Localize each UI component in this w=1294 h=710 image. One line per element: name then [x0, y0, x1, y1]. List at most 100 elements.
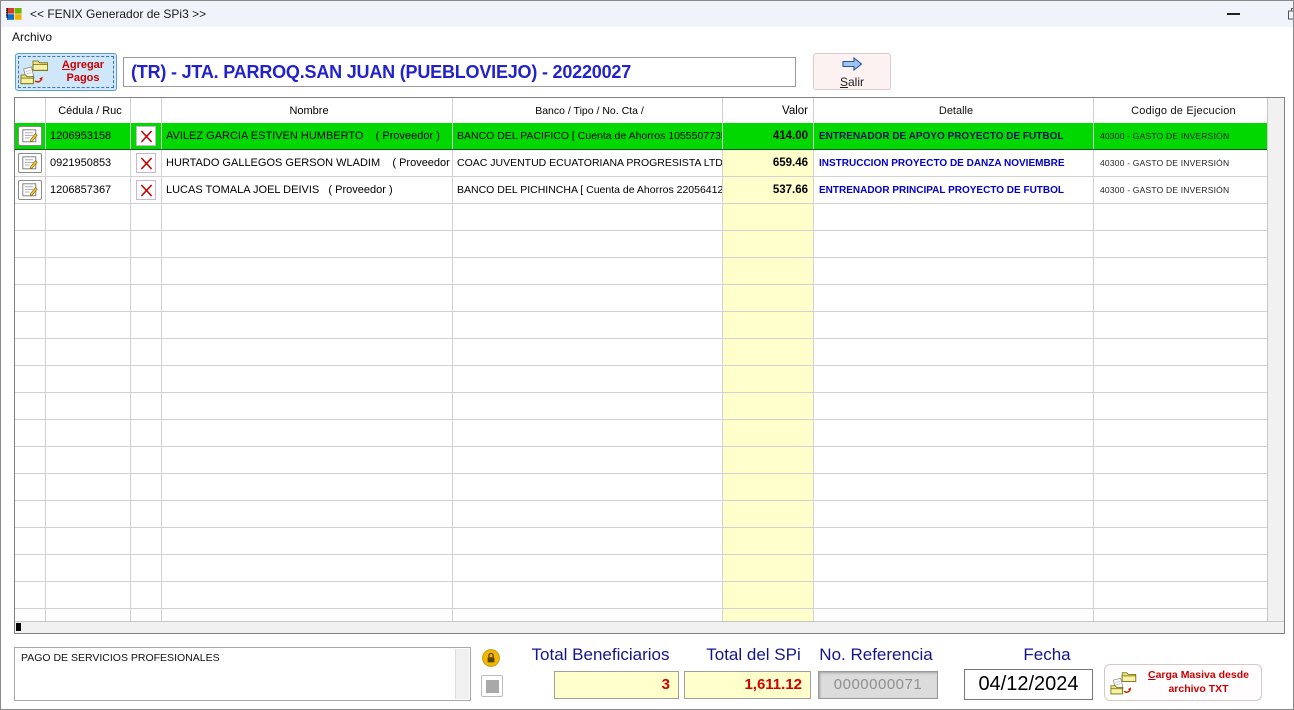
- cell-c5: 537.66: [723, 177, 814, 203]
- cell-c1: [46, 528, 131, 554]
- menu-archivo[interactable]: Archivo: [5, 27, 59, 47]
- table-header-row: Cédula / Ruc Nombre Banco / Tipo / No. C…: [15, 98, 1268, 124]
- agregar-pagos-button[interactable]: Agregar Pagos: [15, 53, 117, 91]
- cell-c3: [162, 582, 453, 608]
- cell-c4: [453, 312, 723, 338]
- cell-c5: [723, 204, 814, 230]
- cell-c7: 40300 - GASTO DE INVERSIÓN: [1094, 123, 1268, 149]
- table-empty-row[interactable]: [15, 555, 1268, 582]
- table-horizontal-scrollbar[interactable]: [15, 621, 1284, 633]
- delete-row-button[interactable]: [136, 180, 156, 200]
- window-title: << FENIX Generador de SPi3 >>: [30, 7, 206, 21]
- cell-c0: [15, 555, 46, 581]
- cell-c4: [453, 501, 723, 527]
- cell-c1: [46, 258, 131, 284]
- salir-button[interactable]: Salir: [813, 53, 891, 90]
- cell-c4: [453, 393, 723, 419]
- table-empty-row[interactable]: [15, 474, 1268, 501]
- cell-c2: [131, 555, 162, 581]
- cell-c1: [46, 501, 131, 527]
- table-empty-row[interactable]: [15, 339, 1268, 366]
- cell-c0: [15, 231, 46, 257]
- exit-arrow-icon: [841, 57, 863, 71]
- cell-c0: [15, 258, 46, 284]
- cell-c3: [162, 312, 453, 338]
- table-row[interactable]: 1206857367 LUCAS TOMALA JOEL DEIVIS ( Pro…: [15, 177, 1268, 204]
- cell-c1: [46, 474, 131, 500]
- cell-c3: [162, 285, 453, 311]
- cell-c4: [453, 231, 723, 257]
- table-empty-row[interactable]: [15, 312, 1268, 339]
- cell-c6: ENTRENADOR DE APOYO PROYECTO DE FUTBOL: [814, 123, 1094, 149]
- delete-x-icon: [140, 130, 153, 143]
- delete-row-button[interactable]: [136, 153, 156, 173]
- fecha-field[interactable]: 04/12/2024: [964, 669, 1093, 700]
- gray-square-button[interactable]: [481, 675, 503, 697]
- cell-c7: [1094, 258, 1268, 284]
- cell-c3: LUCAS TOMALA JOEL DEIVIS ( Proveedor ): [162, 177, 453, 203]
- cell-c5: [723, 285, 814, 311]
- table-empty-row[interactable]: [15, 258, 1268, 285]
- entity-name-field[interactable]: (TR) - JTA. PARROQ.SAN JUAN (PUEBLOVIEJO…: [123, 57, 796, 87]
- cell-c7: 40300 - GASTO DE INVERSIÓN: [1094, 150, 1268, 176]
- table-empty-row[interactable]: [15, 447, 1268, 474]
- table-empty-row[interactable]: [15, 501, 1268, 528]
- cell-c2: [131, 447, 162, 473]
- edit-row-button[interactable]: [18, 126, 42, 146]
- edit-row-button[interactable]: [18, 180, 42, 200]
- cell-c2: [131, 177, 162, 203]
- table-empty-row[interactable]: [15, 420, 1268, 447]
- horizontal-scrollbar-thumb[interactable]: [16, 623, 21, 631]
- cell-c6: [814, 528, 1094, 554]
- delete-row-button[interactable]: [136, 126, 156, 146]
- carga-masiva-label: Carga Masiva desde archivo TXT: [1141, 669, 1256, 695]
- cell-c7: [1094, 393, 1268, 419]
- table-empty-row[interactable]: [15, 204, 1268, 231]
- cell-c1: [46, 231, 131, 257]
- cell-c1: [46, 555, 131, 581]
- concepto-textarea[interactable]: PAGO DE SERVICIOS PROFESIONALES: [14, 647, 471, 701]
- table-vertical-scrollbar[interactable]: [1267, 98, 1284, 622]
- minimize-button[interactable]: [1213, 1, 1253, 27]
- total-spi-label: Total del SPi: [691, 645, 816, 665]
- cell-c1: [46, 582, 131, 608]
- edit-form-icon: [22, 129, 38, 143]
- table-empty-row[interactable]: [15, 285, 1268, 312]
- cell-c5: [723, 339, 814, 365]
- table-row[interactable]: 1206953158AVILEZ GARCIA ESTIVEN HUMBERTO…: [15, 123, 1268, 150]
- cell-c2: [131, 501, 162, 527]
- table-empty-row[interactable]: [15, 231, 1268, 258]
- column-header-cedula: Cédula / Ruc: [46, 98, 131, 123]
- cell-c0: [15, 177, 46, 203]
- cell-c7: [1094, 582, 1268, 608]
- cell-c7: [1094, 285, 1268, 311]
- cell-c3: [162, 447, 453, 473]
- cell-c0: [15, 528, 46, 554]
- cell-c1: 1206857367: [46, 177, 131, 203]
- concepto-text: PAGO DE SERVICIOS PROFESIONALES: [21, 652, 220, 664]
- restore-button[interactable]: [1277, 1, 1294, 27]
- concepto-scrollbar[interactable]: [455, 649, 469, 699]
- cell-c3: [162, 393, 453, 419]
- cell-c5: [723, 474, 814, 500]
- column-header-nombre: Nombre: [162, 98, 453, 123]
- lock-button[interactable]: [482, 649, 500, 667]
- column-header-codigo: Codigo de Ejecucion: [1094, 98, 1268, 123]
- carga-masiva-button[interactable]: Carga Masiva desde archivo TXT: [1104, 664, 1262, 701]
- table-empty-row[interactable]: [15, 582, 1268, 609]
- cell-c3: HURTADO GALLEGOS GERSON WLADIM ( Proveed…: [162, 150, 453, 176]
- cell-c4: [453, 339, 723, 365]
- cell-c3: [162, 204, 453, 230]
- cell-c3: [162, 339, 453, 365]
- table-empty-row[interactable]: [15, 366, 1268, 393]
- cell-c4: [453, 258, 723, 284]
- table-empty-row[interactable]: [15, 393, 1268, 420]
- cell-c0: [15, 474, 46, 500]
- cell-c5: [723, 231, 814, 257]
- cell-c6: [814, 555, 1094, 581]
- edit-row-button[interactable]: [18, 153, 42, 173]
- table-empty-row[interactable]: [15, 528, 1268, 555]
- table-row[interactable]: 0921950853HURTADO GALLEGOS GERSON WLADIM…: [15, 150, 1268, 177]
- cell-c1: [46, 312, 131, 338]
- title-bar: << FENIX Generador de SPi3 >>: [1, 1, 1293, 27]
